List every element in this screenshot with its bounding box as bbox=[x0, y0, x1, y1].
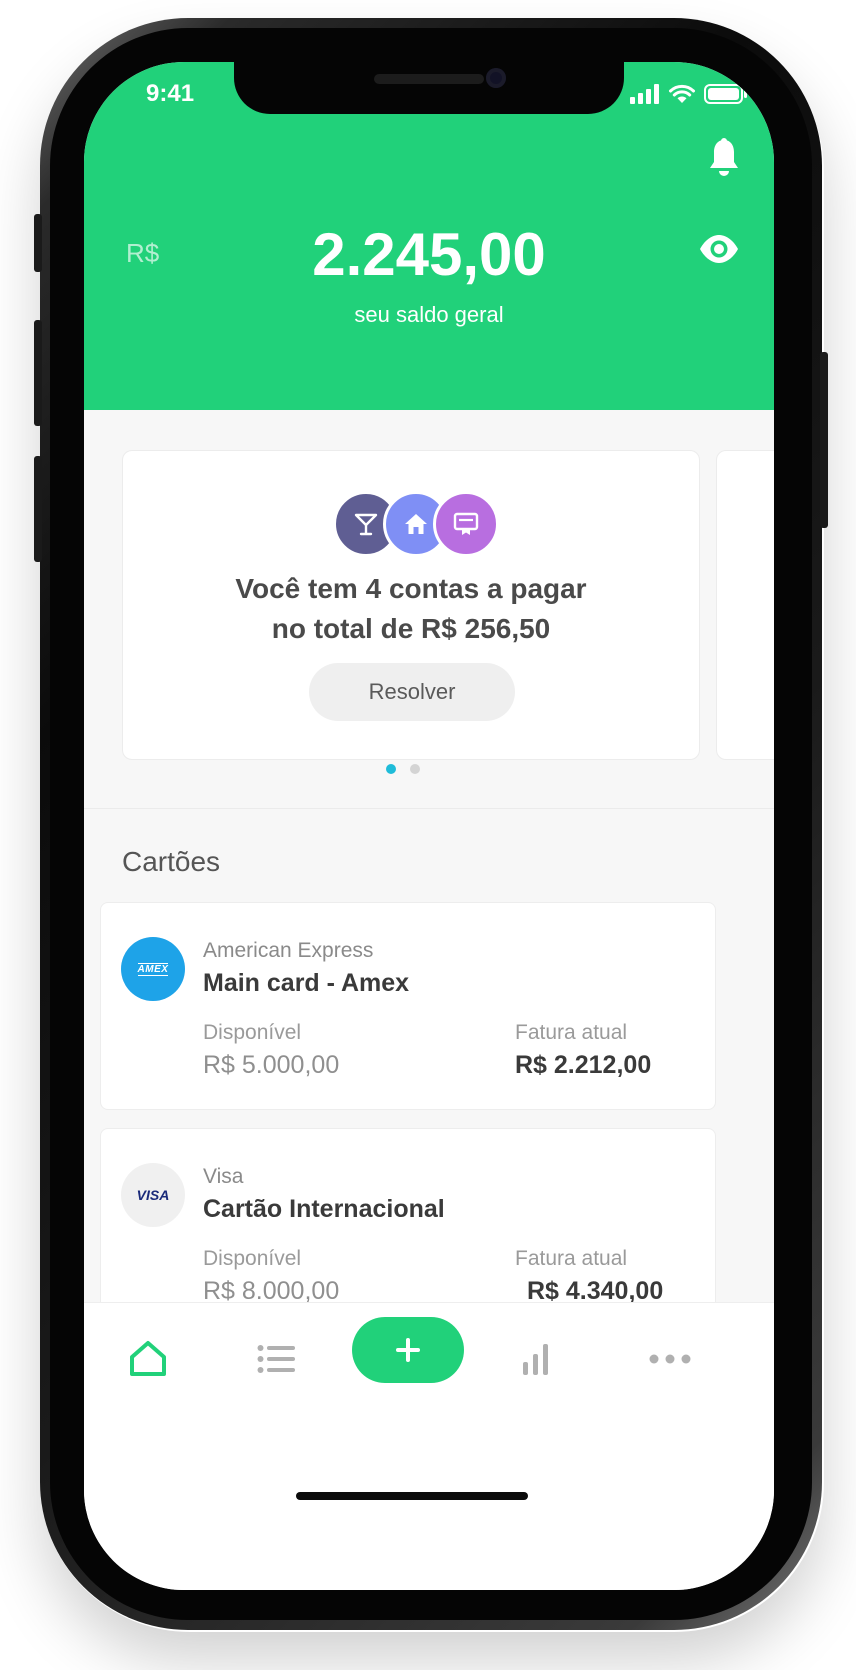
bills-summary-text: Você tem 4 contas a pagar no total de R$… bbox=[123, 569, 699, 649]
tab-reports[interactable] bbox=[504, 1327, 568, 1391]
credit-card-item[interactable]: AMEX American Express Main card - Amex D… bbox=[100, 902, 716, 1110]
toggle-balance-visibility-button[interactable] bbox=[698, 234, 740, 268]
tab-more[interactable] bbox=[638, 1327, 702, 1391]
visa-logo-icon: VISA bbox=[121, 1163, 185, 1227]
card-name: Cartão Internacional bbox=[203, 1195, 445, 1223]
cellular-signal-icon bbox=[630, 84, 659, 104]
invoice-label: Fatura atual bbox=[515, 1247, 628, 1270]
front-camera bbox=[486, 68, 506, 88]
resolve-button[interactable]: Resolver bbox=[309, 663, 515, 721]
home-icon bbox=[130, 1341, 166, 1376]
amex-logo-text: AMEX bbox=[137, 962, 169, 976]
device-notch bbox=[234, 62, 624, 114]
carousel-pagination bbox=[386, 764, 420, 774]
bills-summary-line-2: no total de R$ 256,50 bbox=[271, 613, 551, 644]
add-transaction-button[interactable] bbox=[352, 1317, 464, 1383]
phone-screen: 9:41 R$ 2.245,00 seu saldo geral Você te… bbox=[84, 62, 774, 1590]
home-indicator[interactable] bbox=[296, 1492, 528, 1500]
next-carousel-card[interactable] bbox=[716, 450, 774, 760]
available-label: Disponível bbox=[203, 1021, 302, 1044]
card-name: Main card - Amex bbox=[203, 969, 410, 997]
card-brand: Visa bbox=[203, 1165, 244, 1188]
tab-transactions[interactable] bbox=[244, 1327, 308, 1391]
invoice-label: Fatura atual bbox=[515, 1021, 628, 1044]
tab-home[interactable] bbox=[116, 1327, 180, 1391]
balance-header: 9:41 R$ 2.245,00 seu saldo geral bbox=[84, 62, 774, 410]
chart-icon bbox=[523, 1344, 548, 1375]
status-time: 9:41 bbox=[146, 80, 195, 107]
bell-icon bbox=[710, 138, 738, 176]
carousel-dot-2[interactable] bbox=[410, 764, 420, 774]
side-button-volume-down bbox=[34, 456, 42, 562]
carousel-dot-1[interactable] bbox=[386, 764, 396, 774]
balance-amount: 2.245,00 bbox=[312, 221, 546, 288]
plus-icon bbox=[396, 1338, 420, 1362]
card-brand: American Express bbox=[203, 939, 374, 962]
bills-summary-line-1: Você tem 4 contas a pagar bbox=[235, 573, 587, 604]
balance-caption: seu saldo geral bbox=[354, 302, 504, 327]
bottom-tab-bar bbox=[84, 1302, 774, 1590]
cards-section-title: Cartões bbox=[122, 846, 221, 877]
speaker-grille bbox=[374, 74, 484, 84]
bills-summary-card: Você tem 4 contas a pagar no total de R$… bbox=[122, 450, 700, 760]
notifications-button[interactable] bbox=[708, 138, 740, 182]
side-button-mute bbox=[34, 214, 42, 272]
battery-icon bbox=[704, 84, 747, 104]
invoice-icon bbox=[433, 491, 499, 557]
available-value: R$ 5.000,00 bbox=[203, 1051, 340, 1079]
wifi-icon bbox=[669, 84, 695, 103]
visa-logo-text: VISA bbox=[136, 1187, 170, 1203]
section-divider bbox=[84, 808, 774, 809]
more-icon bbox=[649, 1354, 691, 1364]
side-button-volume-up bbox=[34, 320, 42, 426]
available-label: Disponível bbox=[203, 1247, 302, 1270]
side-button-power bbox=[820, 352, 828, 528]
bill-category-icons bbox=[333, 491, 503, 557]
status-icons bbox=[630, 84, 748, 104]
invoice-value: R$ 2.212,00 bbox=[515, 1051, 652, 1079]
list-icon bbox=[257, 1345, 295, 1373]
eye-icon bbox=[700, 235, 738, 263]
amex-logo-icon: AMEX bbox=[121, 937, 185, 1001]
